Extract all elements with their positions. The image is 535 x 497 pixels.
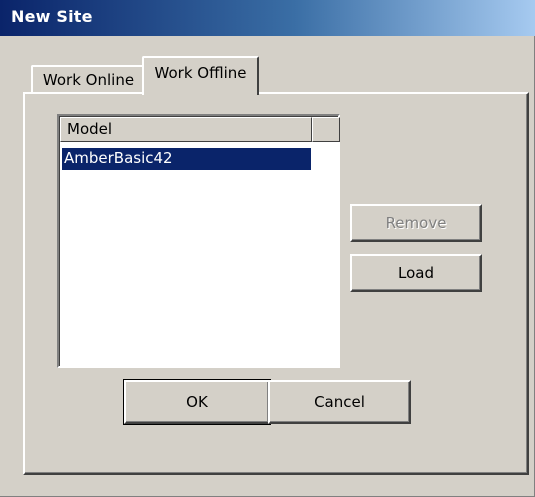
tab-work-offline[interactable]: Work Offline — [142, 56, 259, 95]
new-site-dialog: New Site Work Online Work Offline Model … — [0, 0, 535, 497]
remove-button[interactable]: Remove — [350, 204, 482, 242]
column-header-extra[interactable] — [312, 117, 340, 142]
tab-work-online[interactable]: Work Online — [31, 65, 146, 93]
load-button[interactable]: Load — [350, 254, 482, 292]
cancel-button[interactable]: Cancel — [268, 380, 411, 424]
ok-button[interactable]: OK — [123, 379, 271, 425]
title-bar[interactable]: New Site — [0, 0, 535, 36]
window-title: New Site — [11, 7, 93, 26]
model-list[interactable]: Model AmberBasic42 — [57, 114, 340, 368]
column-header-model[interactable]: Model — [60, 117, 312, 142]
list-item-amberbasic42[interactable]: AmberBasic42 — [62, 148, 311, 170]
list-header: Model — [60, 117, 340, 142]
